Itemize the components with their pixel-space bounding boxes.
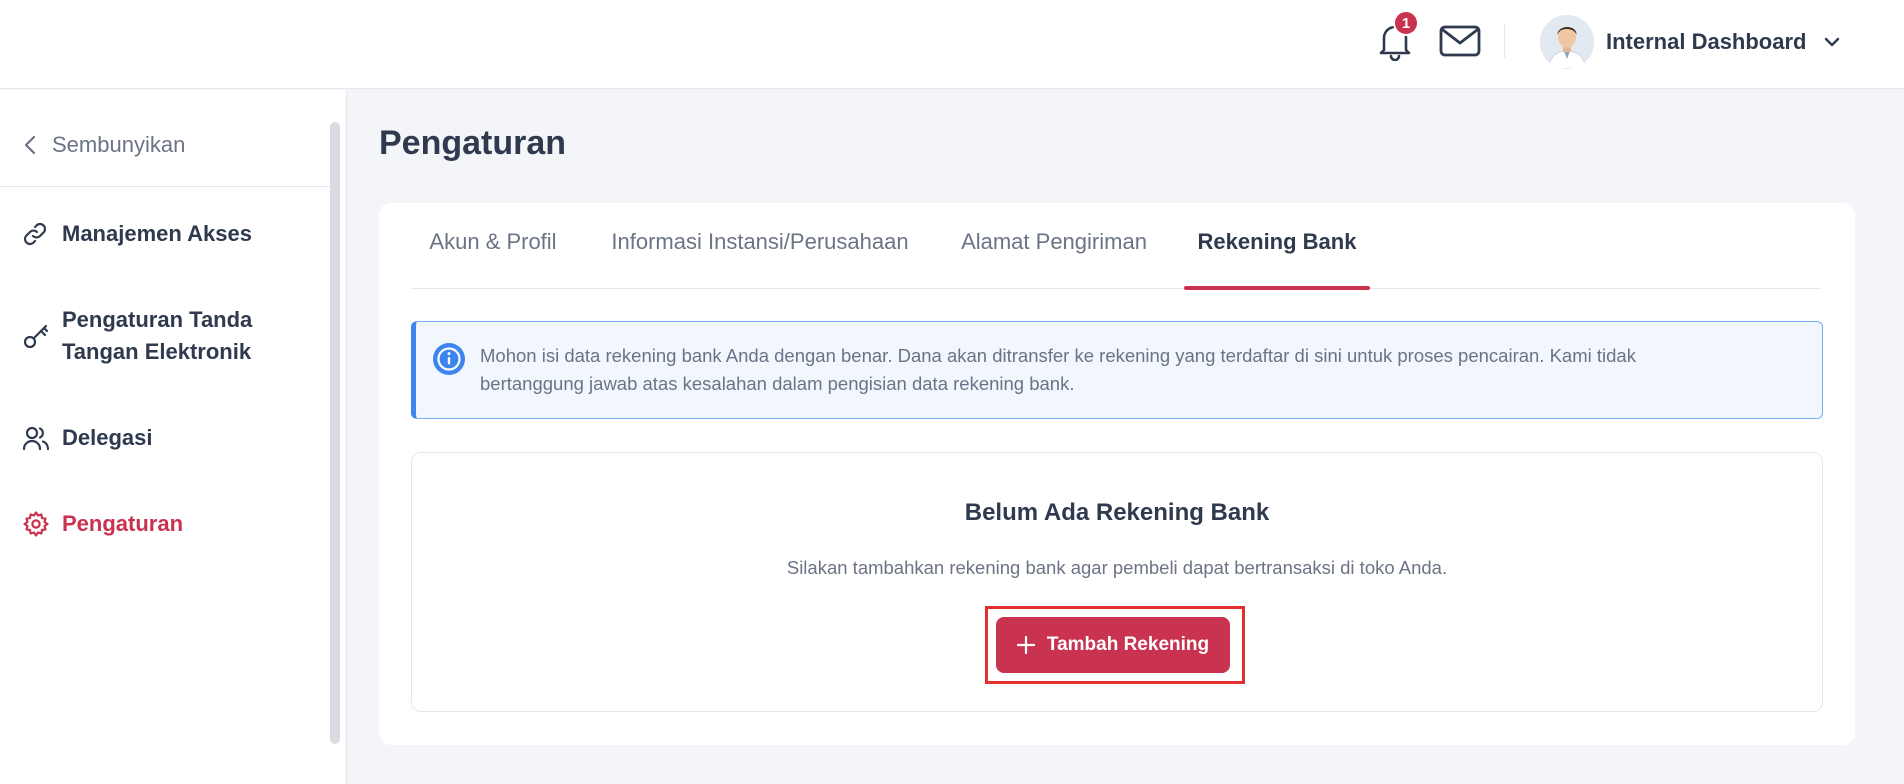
tab-label: Informasi Instansi/Perusahaan	[611, 229, 909, 254]
settings-tabs: Akun & Profil Informasi Instansi/Perusah…	[411, 203, 1821, 290]
sidebar-item-label: Manajemen Akses	[62, 221, 252, 246]
mail-button[interactable]	[1437, 20, 1483, 62]
tab-label: Rekening Bank	[1197, 229, 1357, 254]
mail-icon	[1439, 25, 1481, 57]
info-icon	[433, 343, 465, 375]
tab-label: Akun & Profil	[429, 229, 557, 254]
sidebar-scrollbar[interactable]	[330, 122, 340, 744]
sidebar-item-label: Delegasi	[62, 425, 153, 450]
sidebar-item-label-line2: Tangan Elektronik	[62, 339, 252, 364]
tab-informasi-instansi[interactable]: Informasi Instansi/Perusahaan	[606, 229, 914, 289]
users-icon	[22, 422, 52, 454]
tab-alamat-pengiriman[interactable]: Alamat Pengiriman	[958, 229, 1150, 289]
top-header: 1 Internal Dashboard	[0, 0, 1904, 89]
sidebar-item-manajemen-akses[interactable]: Manajemen Akses	[22, 218, 252, 250]
link-icon	[22, 218, 52, 250]
header-divider	[1504, 24, 1505, 58]
sidebar-item-label-line1: Pengaturan Tanda	[62, 307, 253, 332]
sidebar-item-delegasi[interactable]: Delegasi	[22, 422, 153, 454]
empty-state-description: Silakan tambahkan rekening bank agar pem…	[786, 557, 1448, 578]
chevron-down-icon	[1824, 37, 1840, 47]
add-bank-account-button[interactable]: Tambah Rekening	[996, 617, 1230, 673]
info-alert-line1: Mohon isi data rekening bank Anda dengan…	[480, 345, 1636, 366]
page-title: Pengaturan	[379, 124, 567, 162]
sidebar-item-label: Pengaturan Tanda Tangan Elektronik	[62, 304, 252, 368]
sidebar-item-tanda-tangan[interactable]: Pengaturan Tanda Tangan Elektronik	[22, 304, 252, 368]
sidebar-item-pengaturan[interactable]: Pengaturan	[22, 508, 183, 540]
empty-state: Belum Ada Rekening Bank Silakan tambahka…	[411, 452, 1823, 712]
hide-sidebar-button[interactable]: Sembunyikan	[24, 130, 185, 160]
plus-icon	[1016, 636, 1035, 654]
sidebar-divider	[0, 186, 333, 187]
user-name: Internal Dashboard	[1606, 29, 1807, 54]
user-menu[interactable]: Internal Dashboard	[1540, 14, 1840, 70]
tab-rekening-bank[interactable]: Rekening Bank	[1184, 229, 1370, 290]
info-alert-line2: bertanggung jawab atas kesalahan dalam p…	[480, 373, 1075, 394]
info-alert-text: Mohon isi data rekening bank Anda dengan…	[480, 342, 1780, 398]
empty-state-title: Belum Ada Rekening Bank	[964, 499, 1270, 526]
sidebar: Sembunyikan Manajemen Akses Pengaturan T…	[0, 90, 347, 784]
gear-icon	[22, 508, 52, 540]
sidebar-item-label: Pengaturan	[62, 511, 184, 536]
add-bank-account-label: Tambah Rekening	[1046, 634, 1210, 655]
avatar	[1540, 15, 1594, 69]
hide-sidebar-label: Sembunyikan	[52, 132, 186, 157]
tab-akun-profil[interactable]: Akun & Profil	[427, 229, 559, 289]
key-icon	[22, 304, 52, 368]
tab-label: Alamat Pengiriman	[961, 229, 1147, 254]
notification-badge: 1	[1393, 10, 1419, 36]
settings-card: Akun & Profil Informasi Instansi/Perusah…	[379, 203, 1855, 745]
chevron-left-icon	[24, 135, 36, 155]
info-alert: Mohon isi data rekening bank Anda dengan…	[411, 321, 1823, 419]
